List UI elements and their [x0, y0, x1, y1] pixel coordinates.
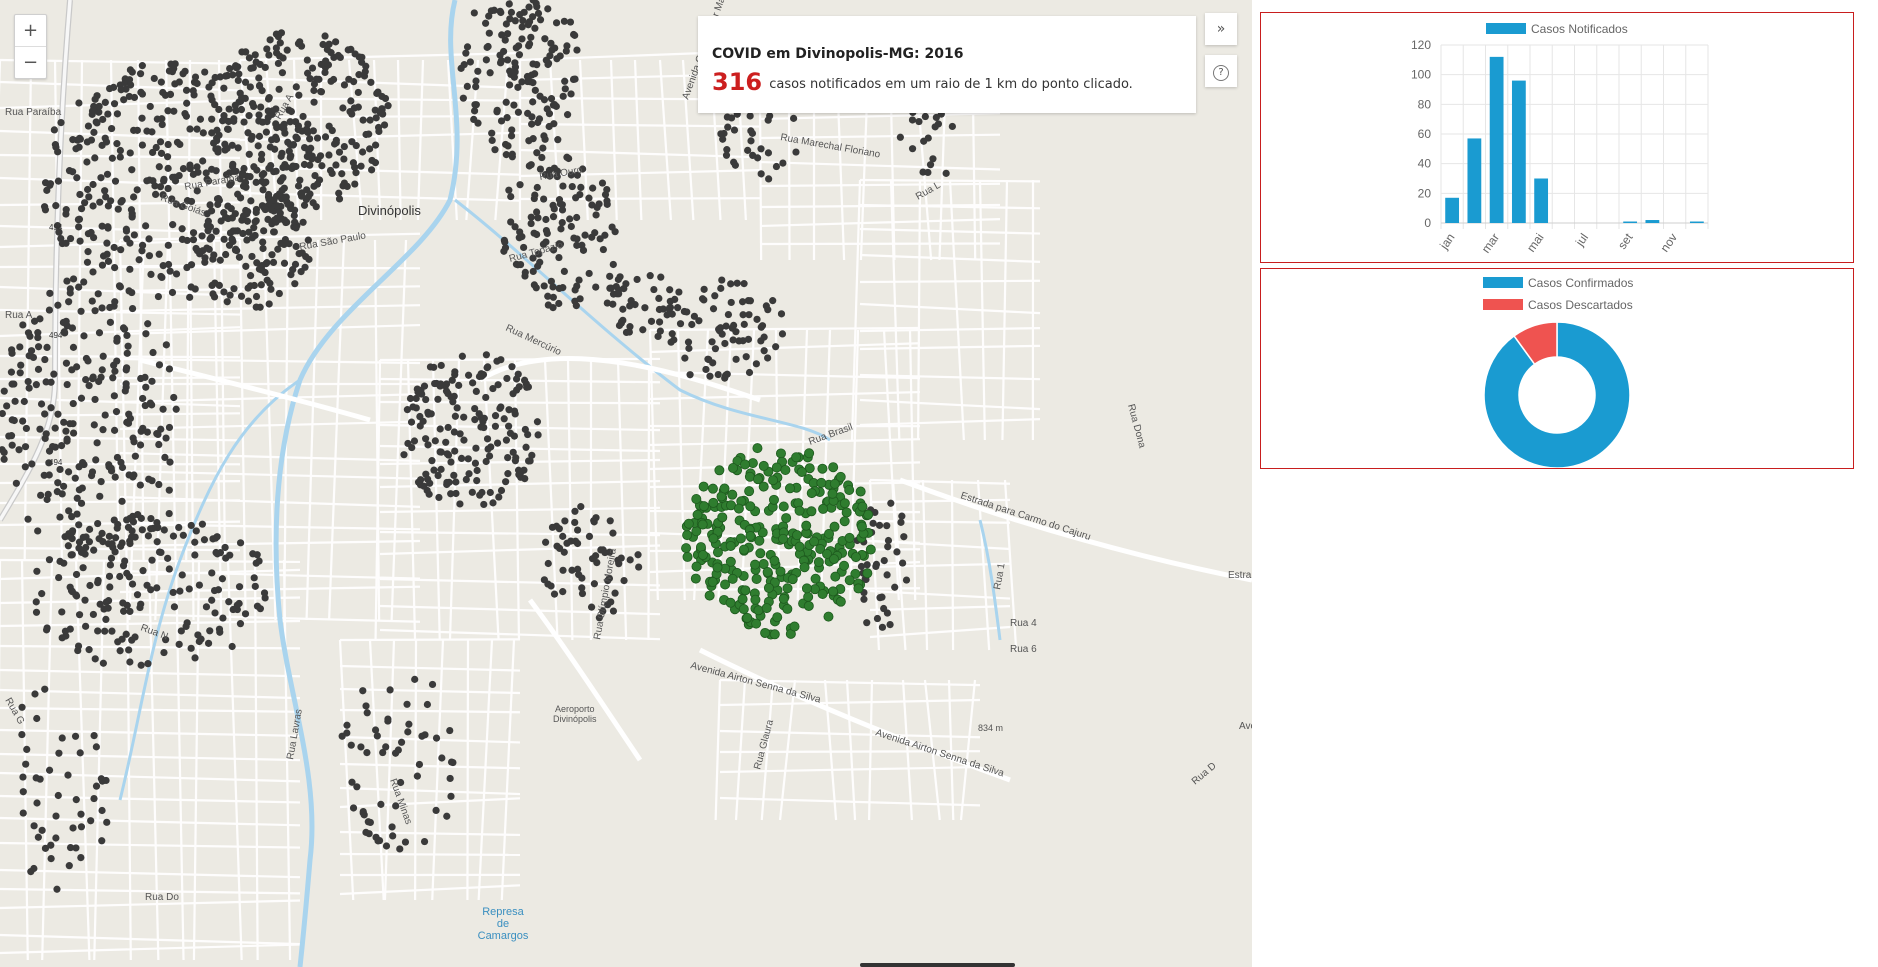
- case-text: casos notificados em um raio de 1 km do …: [769, 77, 1133, 92]
- legend-swatch-notificados: [1486, 23, 1526, 34]
- help-icon: ?: [1213, 65, 1229, 81]
- svg-text:Rua 6: Rua 6: [1010, 644, 1037, 655]
- svg-text:de: de: [497, 918, 509, 930]
- y-tick-label: 40: [1418, 157, 1432, 171]
- svg-text:Camargos: Camargos: [478, 930, 529, 942]
- y-tick-label: 0: [1424, 216, 1431, 230]
- zoom-out-button[interactable]: −: [15, 46, 46, 78]
- bar-fev: [1467, 138, 1482, 223]
- map-view[interactable]: Divinópolis 494 494 494 Rua Paraíba Rua Paraí…: [0, 0, 1252, 967]
- svg-text:Rua Paraíba: Rua Paraíba: [5, 107, 62, 118]
- x-tick-label: mar: [1479, 231, 1502, 256]
- bar-set: [1623, 221, 1638, 224]
- y-tick-label: 120: [1411, 38, 1431, 52]
- legend-swatch-confirmados: [1483, 277, 1523, 288]
- svg-text:Estra: Estra: [1228, 570, 1252, 581]
- info-card: COVID em Divinopolis-MG: 2016 316 casos …: [698, 16, 1196, 113]
- info-title: COVID em Divinopolis-MG: 2016: [712, 46, 964, 62]
- svg-text:834 m: 834 m: [978, 723, 1003, 733]
- donut-chart: Casos Confirmados Casos Descartados: [1483, 276, 1633, 469]
- bar-chart: Casos Notificados 0 20 40 60 80 100 120 jan mar ma…: [1411, 22, 1709, 256]
- x-tick-label: jan: [1436, 231, 1457, 253]
- donut-chart-panel: Casos Confirmados Casos Descartados: [1260, 268, 1854, 469]
- case-count: 316: [712, 68, 763, 96]
- map-canvas[interactable]: Divinópolis494494494Rua ParaíbaRua Paraí…: [0, 0, 1252, 967]
- svg-text:494: 494: [49, 223, 63, 232]
- legend-label-descartados: Casos Descartados: [1528, 298, 1633, 312]
- svg-text:494: 494: [49, 458, 63, 467]
- svg-text:Aeroporto: Aeroporto: [555, 704, 595, 714]
- y-tick-label: 80: [1418, 97, 1432, 111]
- svg-text:Divinópolis: Divinópolis: [553, 714, 597, 724]
- info-summary: 316 casos notificados em um raio de 1 km…: [712, 68, 1182, 96]
- bar-legend: Casos Notificados: [1486, 22, 1628, 36]
- legend-label-confirmados: Casos Confirmados: [1528, 276, 1633, 290]
- svg-text:Rua A: Rua A: [5, 310, 33, 321]
- zoom-in-button[interactable]: +: [15, 15, 46, 46]
- bar-chart-panel: Casos Notificados 0 20 40 60 80 100 120 jan mar ma…: [1260, 12, 1854, 263]
- attribution-bar: [860, 963, 1015, 967]
- x-tick-label: jul: [1572, 231, 1591, 250]
- expand-panel-button[interactable]: »: [1205, 13, 1237, 45]
- svg-text:Divinópolis: Divinópolis: [358, 203, 421, 218]
- x-tick-label: set: [1615, 230, 1636, 252]
- bar-jan: [1445, 197, 1460, 223]
- double-chevron-right-icon: »: [1216, 21, 1226, 37]
- bar-dez: [1689, 221, 1704, 224]
- svg-text:Represa: Represa: [482, 906, 524, 918]
- y-tick-label: 20: [1418, 186, 1432, 200]
- y-tick-label: 100: [1411, 68, 1431, 82]
- legend-swatch-descartados: [1483, 299, 1523, 310]
- bar-abr: [1511, 80, 1526, 223]
- bar-out: [1645, 220, 1660, 223]
- bar-mar: [1489, 56, 1504, 223]
- svg-text:Rua Do: Rua Do: [145, 892, 179, 903]
- svg-text:494: 494: [49, 331, 63, 340]
- svg-text:Rua 4: Rua 4: [1010, 618, 1037, 629]
- x-tick-label: mai: [1524, 231, 1547, 255]
- svg-text:Ave: Ave: [1239, 721, 1252, 732]
- x-tick-label: nov: [1658, 231, 1681, 255]
- bar-mai: [1534, 178, 1549, 223]
- zoom-control: + −: [14, 14, 47, 79]
- y-tick-label: 60: [1418, 127, 1432, 141]
- legend-label-notificados: Casos Notificados: [1531, 22, 1628, 36]
- help-button[interactable]: ?: [1205, 55, 1237, 87]
